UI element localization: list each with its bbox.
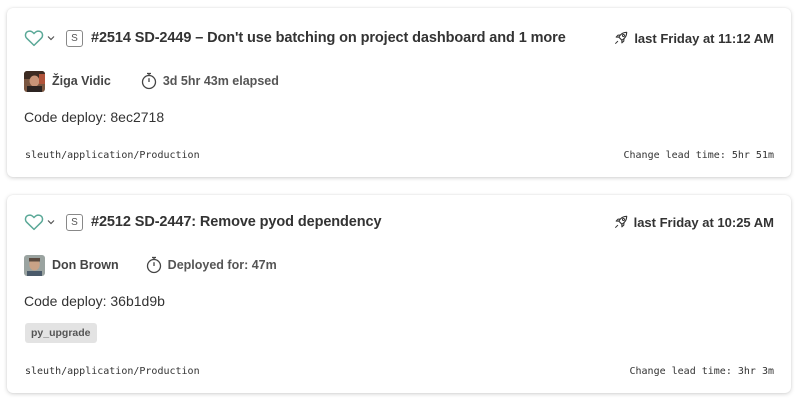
author-name[interactable]: Žiga Vidic xyxy=(52,74,111,88)
stopwatch-icon xyxy=(141,72,156,90)
author-name[interactable]: Don Brown xyxy=(52,258,119,272)
code-deploy: Code deploy: 36b1d9b xyxy=(24,293,165,309)
favorite-button[interactable] xyxy=(24,27,56,49)
stopwatch-icon xyxy=(146,256,161,274)
timer-text: 3d 5hr 43m elapsed xyxy=(162,74,279,88)
deploy-time-text: last Friday at 11:12 AM xyxy=(634,30,774,46)
heart-outline-icon xyxy=(24,30,44,47)
change-lead-time: Change lead time: 5hr 51m xyxy=(623,150,774,161)
deployment-title[interactable]: #2514 SD-2449 – Don't use batching on pr… xyxy=(91,30,566,46)
size-badge: S xyxy=(66,29,83,47)
author-row: Žiga Vidic 3d 5hr 43m elapsed xyxy=(24,70,279,92)
deployment-title[interactable]: #2512 SD-2447: Remove pyod dependency xyxy=(91,214,382,230)
rocket-icon xyxy=(614,215,627,229)
elapsed-timer: 3d 5hr 43m elapsed xyxy=(141,72,279,90)
heart-outline-icon xyxy=(24,214,44,231)
environment-path: sleuth/application/Production xyxy=(25,150,200,161)
deployment-header: S #2514 SD-2449 – Don't use batching on … xyxy=(24,27,774,49)
environment-path: sleuth/application/Production xyxy=(25,366,200,377)
change-lead-time: Change lead time: 3hr 3m xyxy=(629,366,775,377)
deployment-card[interactable]: S #2514 SD-2449 – Don't use batching on … xyxy=(7,8,791,177)
deploy-time: last Friday at 11:12 AM xyxy=(614,31,774,46)
rocket-icon xyxy=(615,31,628,45)
deployment-card[interactable]: S #2512 SD-2447: Remove pyod dependency … xyxy=(7,195,791,393)
deploy-time: last Friday at 10:25 AM xyxy=(614,215,774,230)
size-badge: S xyxy=(66,213,83,231)
deploy-time-text: last Friday at 10:25 AM xyxy=(633,214,774,230)
avatar xyxy=(24,254,45,276)
avatar xyxy=(24,70,45,92)
author-row: Don Brown Deployed for: 47m xyxy=(24,254,277,276)
tag-badge[interactable]: py_upgrade xyxy=(25,323,97,343)
timer-text: Deployed for: 47m xyxy=(167,258,277,272)
code-deploy: Code deploy: 8ec2718 xyxy=(24,109,165,125)
elapsed-timer: Deployed for: 47m xyxy=(146,256,277,274)
deployment-header: S #2512 SD-2447: Remove pyod dependency … xyxy=(24,211,774,233)
favorite-button[interactable] xyxy=(24,211,56,233)
chevron-down-icon xyxy=(47,220,55,225)
chevron-down-icon xyxy=(47,36,55,41)
